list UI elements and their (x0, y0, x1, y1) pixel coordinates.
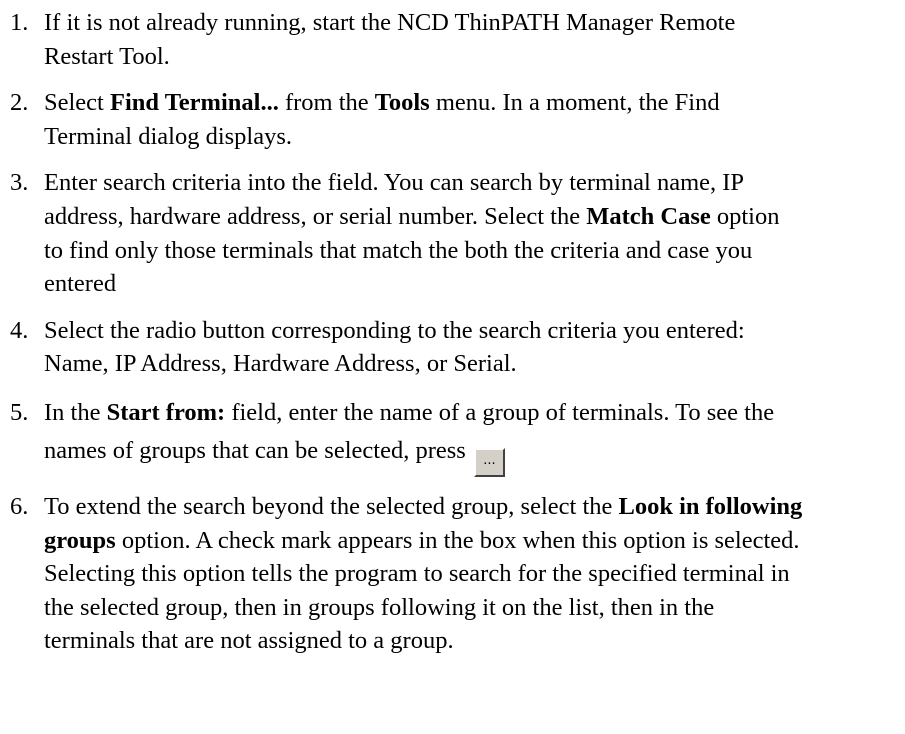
step-number: 6. (10, 492, 29, 520)
step-2: 2. Select Find Terminal... from the Tool… (0, 86, 804, 153)
step-number: 2. (10, 89, 29, 117)
step-text: from the (278, 89, 375, 117)
steps-list: 1. If it is not already running, start t… (0, 6, 905, 658)
step-number: 5. (10, 398, 29, 426)
option-ref: Match Case (586, 202, 711, 230)
instruction-document: 1. If it is not already running, start t… (0, 6, 905, 671)
step-text: Select the radio button corresponding to… (44, 316, 745, 378)
step-number: 4. (10, 316, 29, 344)
step-6: 6. To extend the search beyond the selec… (0, 490, 804, 658)
step-text: Select (44, 89, 110, 117)
step-number: 3. (10, 169, 29, 197)
step-1: 1. If it is not already running, start t… (0, 6, 804, 73)
step-number: 1. (10, 9, 29, 36)
menu-ref: Tools (374, 89, 430, 117)
step-text: option. A check mark appears in the box … (44, 526, 800, 655)
step-text: To extend the search beyond the selected… (44, 492, 619, 520)
browse-button[interactable]: ... (473, 447, 505, 477)
step-text: In the (44, 398, 107, 426)
field-ref: Start from: (106, 398, 226, 426)
step-4: 4. Select the radio button corresponding… (0, 314, 804, 381)
step-3: 3. Enter search criteria into the field.… (0, 166, 804, 300)
step-5: 5. In the Start from: field, enter the n… (0, 394, 804, 477)
step-text: If it is not already running, start the … (44, 9, 736, 70)
menu-item-ref: Find Terminal... (110, 89, 279, 117)
